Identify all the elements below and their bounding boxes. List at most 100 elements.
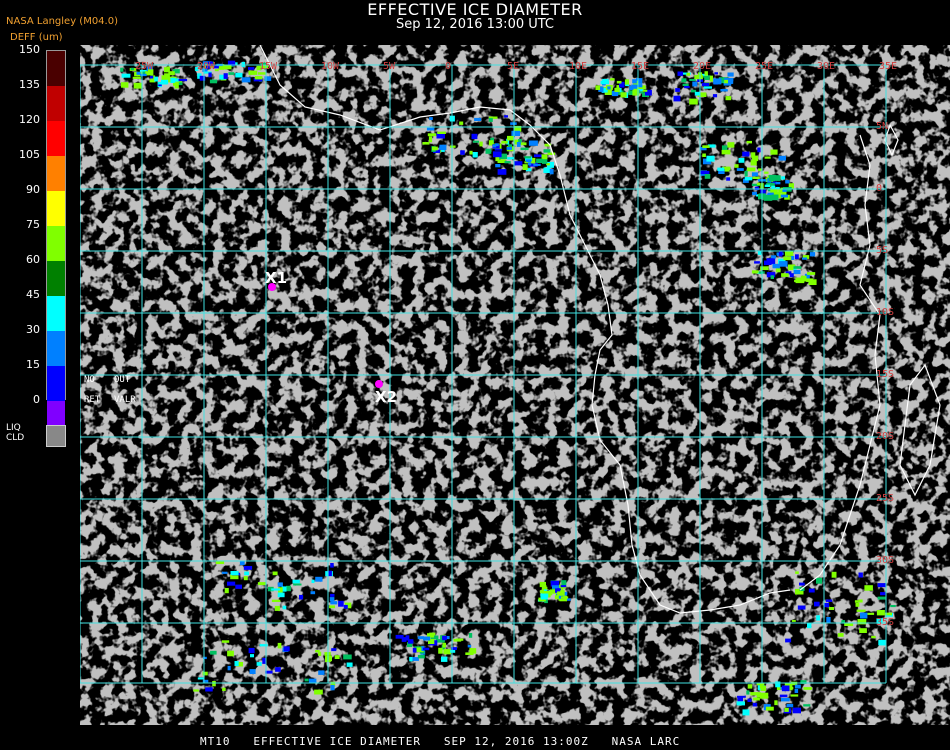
ice-cloud-pixel [443, 649, 452, 655]
ice-cloud-pixel [752, 702, 758, 707]
ice-cloud-pixel [506, 147, 513, 150]
ice-cloud-pixel [516, 142, 521, 147]
ice-cloud-pixel [781, 685, 790, 692]
ice-cloud-pixel [837, 633, 844, 637]
legend-swatch-1 [47, 86, 65, 121]
ice-cloud-pixel [764, 171, 769, 174]
ice-cloud-pixel [807, 623, 812, 629]
ice-cloud-pixel [624, 79, 629, 85]
ice-cloud-pixel [702, 145, 710, 148]
lat-label-20S: 20S [876, 431, 894, 442]
satellite-map: 25W 20W 15W 10W 5W 0 5E 10E 15E 20E 25E 30E 35E 5N 0 5… [79, 44, 950, 725]
ice-cloud-pixel [744, 177, 753, 181]
ice-cloud-pixel [770, 275, 774, 279]
ice-cloud-pixel [170, 77, 176, 83]
ice-cloud-pixel [871, 635, 876, 639]
ice-cloud-pixel [540, 594, 548, 600]
ice-cloud-pixel [208, 72, 212, 78]
marker-x2-dot [375, 380, 383, 388]
ice-cloud-pixel [504, 115, 508, 118]
ice-cloud-pixel [511, 130, 521, 136]
ice-cloud-pixel [310, 591, 316, 595]
ice-cloud-pixel [831, 571, 837, 578]
ice-cloud-pixel [528, 140, 538, 146]
ice-cloud-pixel [501, 140, 508, 144]
ice-cloud-pixel [689, 98, 698, 105]
ice-cloud-pixel [429, 117, 433, 121]
ice-cloud-pixel [723, 83, 732, 86]
ice-cloud-pixel [244, 571, 249, 576]
ice-cloud-pixel [721, 145, 728, 151]
ice-cloud-pixel [514, 161, 523, 166]
legend-swatch-4 [47, 191, 65, 226]
ice-cloud-pixel [202, 671, 208, 676]
ice-cloud-pixel [318, 670, 325, 675]
ice-cloud-pixel [673, 95, 681, 102]
ice-cloud-pixel [221, 640, 230, 643]
legend-tick-45: 45 [26, 288, 40, 301]
marker-x1-label: X1 [265, 269, 287, 287]
ice-cloud-pixel [495, 164, 501, 168]
ice-cloud-pixel [328, 570, 332, 577]
ice-cloud-pixel [803, 687, 812, 690]
ice-cloud-pixel [330, 601, 338, 605]
ice-cloud-pixel [620, 92, 627, 98]
ice-cloud-pixel [778, 251, 783, 257]
lon-label-25W: 25W [135, 61, 154, 72]
ice-cloud-pixel [737, 695, 746, 698]
legend-swatch-9 [47, 366, 65, 401]
ice-cloud-pixel [694, 74, 703, 80]
ice-cloud-pixel [727, 142, 735, 148]
ice-cloud-pixel [495, 143, 499, 147]
lon-label-0: 0 [445, 61, 451, 72]
ice-cloud-pixel [453, 638, 462, 642]
ice-cloud-pixel [768, 176, 775, 182]
lat-label-15S: 15S [876, 369, 894, 380]
ice-cloud-pixel [417, 654, 425, 659]
ice-cloud-pixel [772, 263, 780, 269]
ice-cloud-pixel [701, 82, 710, 87]
ice-cloud-pixel [149, 75, 154, 79]
ice-cloud-pixel [423, 636, 431, 641]
ice-cloud-pixel [304, 678, 309, 682]
ice-cloud-pixel [533, 163, 541, 166]
ice-cloud-pixel [780, 194, 788, 198]
ice-cloud-pixel [614, 87, 620, 92]
ice-cloud-pixel [132, 76, 141, 79]
ice-cloud-pixel [809, 252, 816, 257]
ice-cloud-pixel [694, 91, 700, 96]
ice-cloud-pixel [790, 694, 799, 697]
ice-cloud-pixel [854, 600, 859, 603]
ice-cloud-pixel [271, 599, 281, 602]
ice-cloud-pixel [329, 597, 335, 602]
ice-cloud-pixel [520, 147, 529, 151]
ice-cloud-pixel [228, 72, 235, 75]
ice-cloud-pixel [561, 596, 569, 599]
source-label: NASA Langley (M04.0) [6, 16, 118, 27]
ice-cloud-pixel [877, 583, 886, 588]
ice-cloud-pixel [778, 189, 783, 194]
ice-cloud-pixel [803, 704, 811, 707]
lon-label-15E: 15E [631, 61, 649, 72]
ice-cloud-pixel [547, 152, 556, 155]
ice-cloud-pixel [136, 71, 141, 75]
ice-cloud-pixel [522, 164, 528, 170]
ice-cloud-pixel [764, 184, 771, 187]
lon-label-20W: 20W [197, 61, 216, 72]
ice-cloud-pixel [766, 258, 774, 263]
ice-cloud-pixel [520, 142, 527, 146]
ice-cloud-pixel [243, 566, 253, 570]
legend-swatch-7 [47, 296, 65, 331]
units-label: DEFF (um) [10, 32, 63, 43]
ice-cloud-pixel [543, 149, 551, 153]
ice-cloud-pixel [864, 585, 873, 591]
ice-cloud-pixel [212, 681, 216, 687]
ice-cloud-pixel [825, 599, 833, 602]
ice-cloud-pixel [526, 159, 532, 163]
ice-cloud-pixel [479, 141, 483, 147]
ice-cloud-pixel [758, 168, 762, 171]
ice-cloud-pixel [858, 572, 863, 578]
ice-cloud-pixel [308, 678, 317, 683]
ice-cloud-pixel [714, 72, 718, 75]
ice-cloud-pixel [794, 279, 801, 283]
